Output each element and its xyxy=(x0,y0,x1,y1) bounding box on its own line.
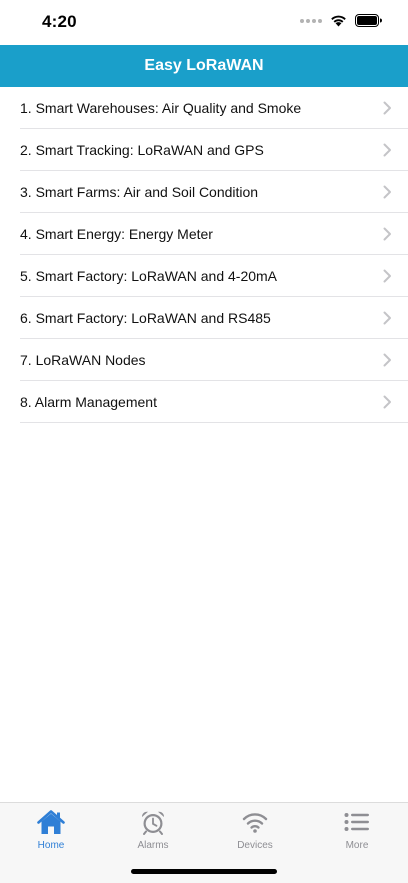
menu-item-smart-energy[interactable]: 4. Smart Energy: Energy Meter xyxy=(0,213,408,255)
page-title: Easy LoRaWAN xyxy=(144,57,264,74)
status-bar: 4:20 xyxy=(0,0,408,45)
menu-item-smart-tracking[interactable]: 2. Smart Tracking: LoRaWAN and GPS xyxy=(0,129,408,171)
menu-item-smart-factory-4-20ma[interactable]: 5. Smart Factory: LoRaWAN and 4-20mA xyxy=(0,255,408,297)
tab-home[interactable]: Home xyxy=(0,803,102,883)
navigation-bar: Easy LoRaWAN xyxy=(0,45,408,87)
tab-label: Home xyxy=(37,840,65,851)
screen: 4:20 Easy LoRaWAN 1. Smart Warehouses: A… xyxy=(0,0,408,883)
menu-item-smart-factory-rs485[interactable]: 6. Smart Factory: LoRaWAN and RS485 xyxy=(0,297,408,339)
menu-item-alarm-management[interactable]: 8. Alarm Management xyxy=(0,381,408,423)
menu-item-smart-farms[interactable]: 3. Smart Farms: Air and Soil Condition xyxy=(0,171,408,213)
tab-more[interactable]: More xyxy=(306,803,408,883)
chevron-right-icon xyxy=(383,353,391,367)
menu-item-label: 2. Smart Tracking: LoRaWAN and GPS xyxy=(20,142,264,158)
tab-label: Devices xyxy=(237,840,273,851)
status-icons xyxy=(300,14,382,27)
house-icon xyxy=(36,809,66,835)
tab-label: Alarms xyxy=(137,840,169,851)
wifi-status-icon xyxy=(331,15,346,27)
cellular-signal-icon xyxy=(300,18,322,23)
chevron-right-icon xyxy=(383,269,391,283)
menu-item-label: 8. Alarm Management xyxy=(20,394,157,410)
wifi-icon xyxy=(240,809,270,835)
menu-item-label: 4. Smart Energy: Energy Meter xyxy=(20,226,213,242)
status-time: 4:20 xyxy=(42,12,77,31)
chevron-right-icon xyxy=(383,185,391,199)
tab-label: More xyxy=(345,840,369,851)
list-icon xyxy=(342,809,372,835)
menu-item-label: 5. Smart Factory: LoRaWAN and 4-20mA xyxy=(20,268,278,284)
menu-item-smart-warehouses[interactable]: 1. Smart Warehouses: Air Quality and Smo… xyxy=(0,87,408,129)
menu-item-label: 3. Smart Farms: Air and Soil Condition xyxy=(20,184,259,200)
menu-item-label: 6. Smart Factory: LoRaWAN and RS485 xyxy=(20,310,271,326)
menu-item-label: 1. Smart Warehouses: Air Quality and Smo… xyxy=(20,100,302,116)
menu-item-label: 7. LoRaWAN Nodes xyxy=(20,352,146,368)
chevron-right-icon xyxy=(383,395,391,409)
home-indicator[interactable] xyxy=(131,869,277,874)
chevron-right-icon xyxy=(383,101,391,115)
chevron-right-icon xyxy=(383,143,391,157)
chevron-right-icon xyxy=(383,311,391,325)
menu-item-lorawan-nodes[interactable]: 7. LoRaWAN Nodes xyxy=(0,339,408,381)
chevron-right-icon xyxy=(383,227,391,241)
alarm-clock-icon xyxy=(138,809,168,835)
battery-icon xyxy=(355,14,382,27)
menu-list: 1. Smart Warehouses: Air Quality and Smo… xyxy=(0,87,408,423)
